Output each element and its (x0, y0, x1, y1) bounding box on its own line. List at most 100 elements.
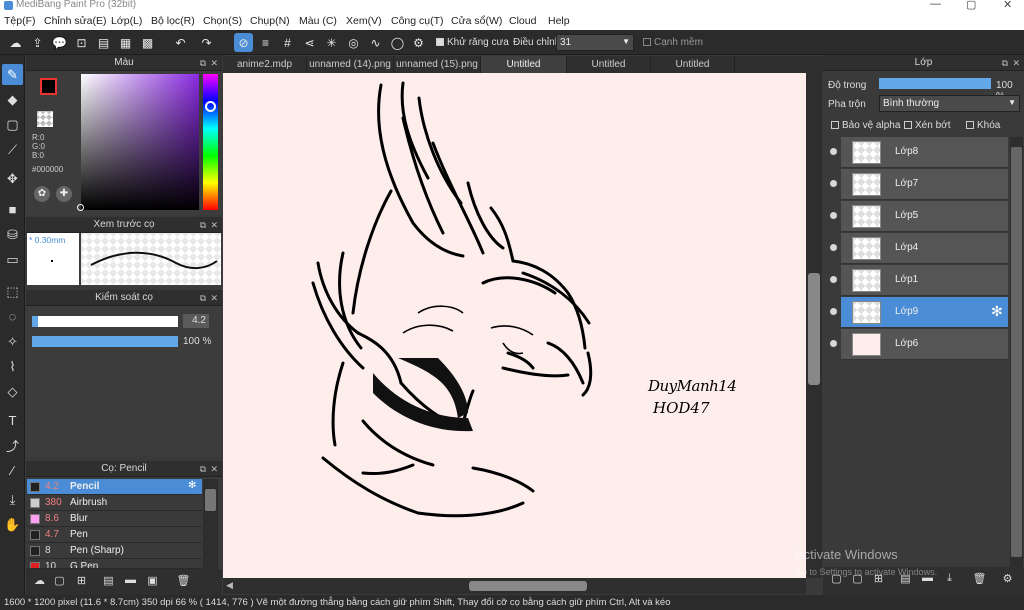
smooth-edge-toggle[interactable]: Cạnh mềm (643, 37, 703, 48)
new-brush-icon[interactable]: ▢ (52, 574, 67, 588)
radial-snap-icon[interactable]: ✳ (322, 33, 341, 52)
brush-item-blur[interactable]: 8.6 Blur (27, 511, 202, 527)
menu-edit[interactable]: Chỉnh sửa(E) (44, 15, 106, 27)
layer-scroll-thumb[interactable] (1011, 147, 1022, 557)
brush-item-pen[interactable]: 4.7 Pen (27, 527, 202, 543)
primary-color-swatch[interactable] (40, 78, 57, 95)
scroll-left-icon[interactable]: ◀ (226, 580, 233, 591)
hue-slider-handle[interactable] (205, 101, 216, 112)
menu-view[interactable]: Xem(V) (346, 15, 382, 27)
close-icon[interactable]: ✕ (1003, 0, 1012, 11)
layer-settings-gear-icon[interactable]: ✻ (991, 303, 1003, 320)
brush-item-pen-sharp[interactable]: 8 Pen (Sharp) (27, 543, 202, 559)
grid-pages-icon[interactable]: ▦ (116, 33, 135, 52)
brush-tool-icon[interactable]: ✎ (2, 64, 23, 85)
brush-list-scroll-thumb[interactable] (205, 489, 216, 511)
shape-tool-icon[interactable]: ⟋ (2, 139, 23, 160)
adjust-select[interactable]: 31 ▼ (556, 34, 634, 51)
tiles-icon[interactable]: ▩ (138, 33, 157, 52)
saturation-value-picker[interactable] (81, 74, 199, 210)
menu-select[interactable]: Chọn(S) (203, 15, 242, 27)
layer-item-lop8[interactable]: Lớp8 (830, 137, 1008, 168)
export-icon[interactable]: ⇪ (28, 33, 47, 52)
ellipse-snap-icon[interactable]: ◯ (388, 33, 407, 52)
eyedropper-tool-icon[interactable]: ⤓ (2, 489, 23, 510)
menu-window[interactable]: Cửa sổ(W) (451, 15, 502, 27)
visibility-eye-icon[interactable] (830, 212, 837, 219)
lasso-tool-icon[interactable]: ◌ (2, 306, 23, 327)
layer-opacity-slider[interactable] (879, 78, 991, 89)
popout-icon[interactable]: ⧉ (200, 217, 206, 233)
antialias-toggle[interactable]: Khử răng cưa (436, 37, 509, 48)
visibility-eye-icon[interactable] (830, 308, 837, 315)
palette-icon[interactable]: ✿ (34, 186, 50, 202)
menu-help[interactable]: Help (548, 15, 570, 27)
palette-add-icon[interactable]: ✚ (56, 186, 72, 202)
brush-item-pencil[interactable]: 4.2 Pencil ✻ (27, 479, 202, 495)
layer-item-lop6[interactable]: Lớp6 (830, 329, 1008, 360)
protect-alpha-checkbox[interactable] (831, 121, 839, 130)
sv-picker-handle[interactable] (77, 204, 84, 211)
page-icon[interactable]: ▤ (94, 33, 113, 52)
canvas-hscroll-thumb[interactable] (469, 581, 587, 591)
hand-tool-icon[interactable]: ✋ (2, 514, 23, 535)
operation-tool-icon[interactable]: ⤴ (2, 435, 23, 456)
brush-size-value[interactable]: 4.2 (183, 314, 209, 328)
eraser-tool-icon[interactable]: ◆ (2, 89, 23, 110)
tab-unnamed-15[interactable]: unnamed (15).png (394, 56, 481, 73)
visibility-eye-icon[interactable] (830, 244, 837, 251)
snap-off-icon[interactable]: ⊘ (234, 33, 253, 52)
magic-wand-tool-icon[interactable]: ✧ (2, 331, 23, 352)
merge-down-icon[interactable]: ⤓ (942, 572, 957, 586)
comment-icon[interactable]: 💬 (50, 33, 69, 52)
tab-anime2[interactable]: anime2.mdp (223, 56, 307, 73)
smooth-edge-checkbox[interactable] (643, 38, 651, 47)
popout-icon[interactable]: ⧉ (1002, 55, 1008, 71)
maximize-icon[interactable]: ▢ (966, 0, 976, 11)
layer-item-lop9[interactable]: Lớp9 ✻ (830, 297, 1008, 328)
menu-file[interactable]: Tệp(F) (4, 15, 36, 27)
circle-snap-icon[interactable]: ◎ (344, 33, 363, 52)
visibility-eye-icon[interactable] (830, 340, 837, 347)
layer-item-lop7[interactable]: Lớp7 (830, 169, 1008, 200)
hue-slider[interactable] (203, 74, 218, 210)
cloud-icon[interactable]: ☁ (6, 33, 25, 52)
clipping-checkbox[interactable] (904, 121, 912, 130)
menu-cloud[interactable]: Cloud (509, 15, 536, 27)
perspective-snap-icon[interactable]: ⋖ (300, 33, 319, 52)
divide-tool-icon[interactable]: ⁄ (2, 460, 23, 481)
close-icon[interactable]: ✕ (210, 461, 218, 477)
menu-color[interactable]: Màu (C) (299, 15, 337, 27)
tab-untitled-active[interactable]: Untitled (481, 56, 567, 73)
brush-item-g-pen[interactable]: 10 G Pen (27, 559, 202, 569)
close-icon[interactable]: ✕ (210, 290, 218, 306)
lock-checkbox[interactable] (966, 121, 974, 130)
select-pen-tool-icon[interactable]: ⌇ (2, 356, 23, 377)
bucket-tool-icon[interactable]: ⛁ (2, 224, 23, 245)
tab-untitled-2[interactable]: Untitled (567, 56, 651, 73)
blend-mode-select[interactable]: Bình thường ▼ (879, 95, 1020, 112)
canvas-vertical-scrollbar[interactable] (806, 73, 822, 578)
tab-unnamed-14[interactable]: unnamed (14).png (307, 56, 394, 73)
minimize-icon[interactable]: — (930, 0, 941, 10)
brush-save-icon[interactable]: ▣ (145, 574, 160, 588)
brush-delete-icon[interactable]: 🗑 (176, 574, 191, 588)
dot-tool-icon[interactable]: ▢ (2, 114, 23, 135)
clipping-toggle[interactable]: Xén bớt (904, 120, 950, 131)
canvas-vscroll-thumb[interactable] (808, 273, 820, 385)
snap-settings-icon[interactable]: ⚙ (409, 33, 428, 52)
visibility-eye-icon[interactable] (830, 148, 837, 155)
brush-settings-icon[interactable]: ✻ (188, 480, 196, 491)
close-icon[interactable]: ✕ (210, 217, 218, 233)
visibility-eye-icon[interactable] (830, 180, 837, 187)
menu-tools[interactable]: Công cụ(T) (391, 15, 444, 27)
layer-item-lop4[interactable]: Lớp4 (830, 233, 1008, 264)
layer-list-scrollbar[interactable] (1010, 137, 1023, 567)
gradient-tool-icon[interactable]: ▭ (2, 249, 23, 270)
share-icon[interactable]: ⊡ (72, 33, 91, 52)
curve-snap-icon[interactable]: ∿ (366, 33, 385, 52)
popout-icon[interactable]: ⧉ (200, 290, 206, 306)
move-tool-icon[interactable]: ✥ (2, 168, 23, 189)
menu-snap[interactable]: Chụp(N) (250, 15, 290, 27)
brush-item-airbrush[interactable]: 380 Airbrush (27, 495, 202, 511)
